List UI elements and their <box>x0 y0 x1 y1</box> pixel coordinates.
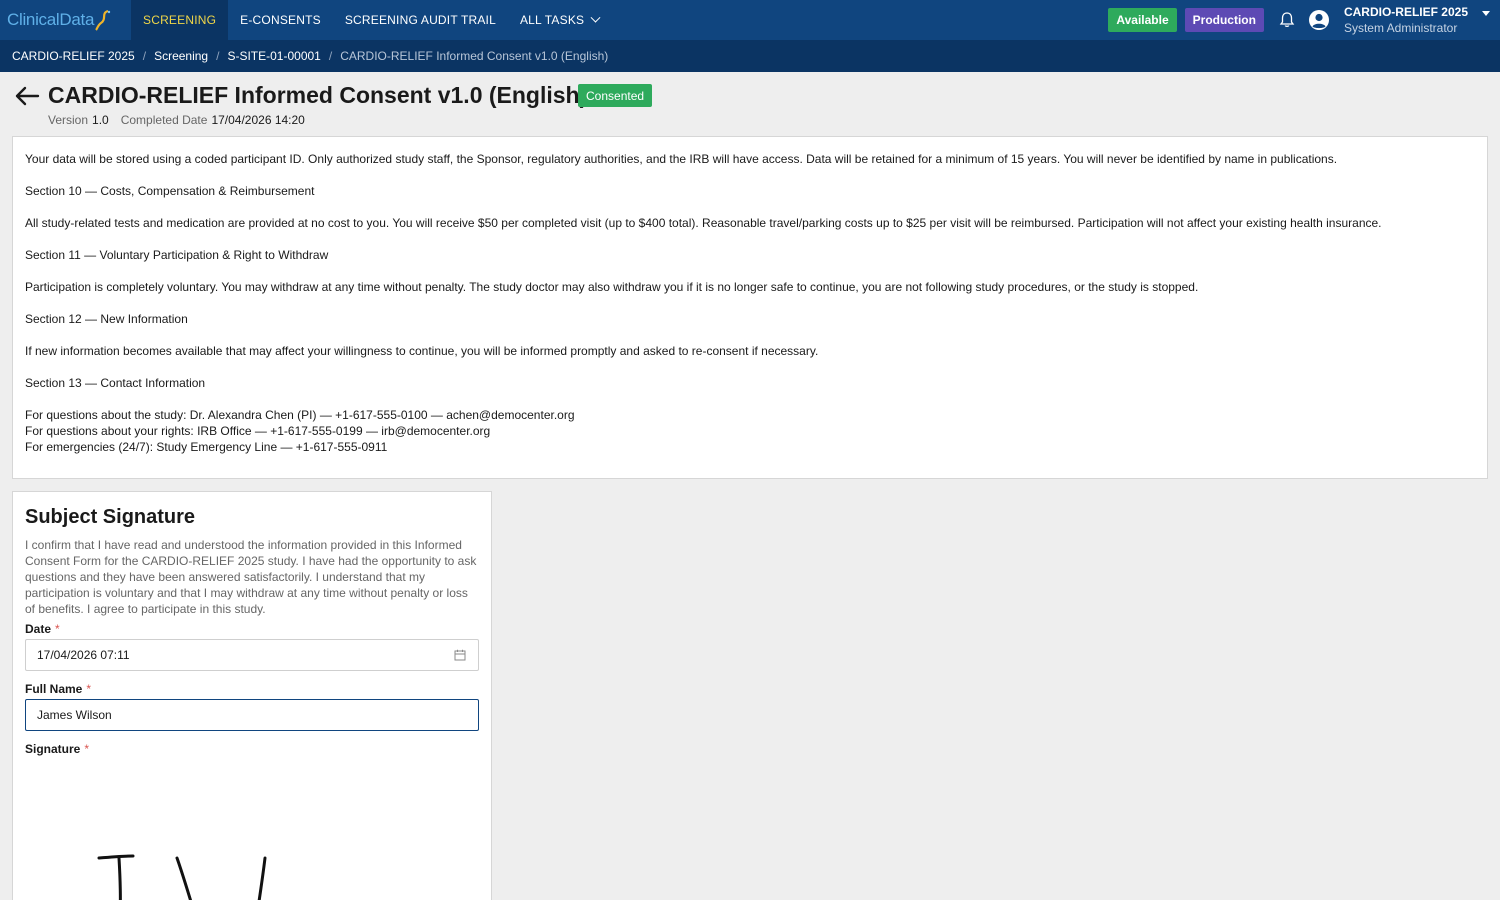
breadcrumb: CARDIO-RELIEF 2025 / Screening / S-SITE-… <box>0 40 1500 72</box>
bell-icon[interactable] <box>1278 11 1296 29</box>
contact-line: For questions about the study: Dr. Alexa… <box>25 408 575 422</box>
nav-e-consents-label: E-CONSENTS <box>240 13 321 27</box>
calendar-icon[interactable] <box>454 649 466 661</box>
production-badge: Production <box>1184 8 1264 32</box>
back-arrow-icon[interactable] <box>14 85 40 107</box>
nav-right: Available Production CARDIO-RELIEF 2025 … <box>1108 0 1500 40</box>
section-heading: Section 13 — Contact Information <box>25 376 206 390</box>
subject-signature-card: Subject Signature I confirm that I have … <box>12 491 492 900</box>
contact-line: For questions about your rights: IRB Off… <box>25 424 491 438</box>
nav-audit-trail-label: SCREENING AUDIT TRAIL <box>344 13 496 27</box>
user-study: CARDIO-RELIEF 2025 <box>1343 5 1468 19</box>
page-title: CARDIO-RELIEF Informed Consent v1.0 (Eng… <box>48 82 588 108</box>
date-label-text: Date <box>25 622 52 636</box>
full-name-label-text: Full Name <box>25 682 83 696</box>
nav-e-consents[interactable]: E-CONSENTS <box>228 0 333 40</box>
caret-down-icon[interactable] <box>1482 10 1490 16</box>
signature-label-text: Signature <box>25 742 81 756</box>
breadcrumb-separator: / <box>216 49 220 63</box>
consent-paragraph: If new information becomes available tha… <box>25 344 819 358</box>
consent-paragraph: All study-related tests and medication a… <box>25 216 1382 230</box>
nav-all-tasks-label: ALL TASKS <box>519 13 585 27</box>
signature-title: Subject Signature <box>25 506 196 528</box>
consent-paragraph: Participation is completely voluntary. Y… <box>25 280 1199 294</box>
breadcrumb-subject[interactable]: S-SITE-01-00001 <box>227 49 320 63</box>
breadcrumb-study[interactable]: CARDIO-RELIEF 2025 <box>12 49 135 63</box>
nav-all-tasks[interactable]: ALL TASKS <box>508 0 611 40</box>
completed-date-label: Completed Date <box>120 113 208 127</box>
chevron-down-icon <box>590 12 601 23</box>
user-role: System Administrator <box>1343 21 1458 35</box>
section-heading: Section 12 — New Information <box>25 312 188 326</box>
nav-screening-label: SCREENING <box>143 13 217 27</box>
nav-screening[interactable]: SCREENING <box>131 0 229 40</box>
section-heading: Section 10 — Costs, Compensation & Reimb… <box>25 184 315 198</box>
full-name-field[interactable] <box>25 699 479 731</box>
signature-description: I confirm that I have read and understoo… <box>25 538 477 616</box>
consent-paragraph: Your data will be stored using a coded p… <box>25 152 1338 166</box>
version-value: 1.0 <box>92 113 109 127</box>
required-mark: * <box>86 682 92 696</box>
user-avatar-icon[interactable] <box>1308 9 1330 31</box>
date-value: 17/04/2026 07:11 <box>37 648 130 662</box>
full-name-label: Full Name * <box>25 682 479 696</box>
nav-screening-audit-trail[interactable]: SCREENING AUDIT TRAIL <box>333 0 508 40</box>
signature-label: Signature * <box>25 742 479 756</box>
user-menu[interactable]: CARDIO-RELIEF 2025 System Administrator <box>1344 4 1468 36</box>
status-badge: Consented <box>578 84 653 107</box>
handwritten-signature <box>97 854 267 900</box>
consent-text-panel[interactable]: Your data will be stored using a coded p… <box>12 136 1488 479</box>
full-name-input[interactable] <box>37 708 467 722</box>
completed-date-value: 17/04/2026 14:20 <box>211 113 305 127</box>
top-nav: ClinicalData SCREENING E-CONSENTS SCREEN… <box>0 0 1500 40</box>
breadcrumb-screening[interactable]: Screening <box>154 49 208 63</box>
breadcrumb-separator: / <box>142 49 147 63</box>
section-heading: Section 11 — Voluntary Participation & R… <box>25 248 329 262</box>
logo[interactable]: ClinicalData <box>0 0 131 40</box>
required-mark: * <box>55 622 60 636</box>
available-badge: Available <box>1108 8 1177 32</box>
breadcrumb-separator: / <box>328 49 333 63</box>
logo-mark-icon <box>95 9 111 31</box>
signature-pad[interactable] <box>25 765 479 900</box>
date-label: Date * <box>25 622 479 636</box>
date-field[interactable]: 17/04/2026 07:11 <box>25 639 479 671</box>
contact-line: For emergencies (24/7): Study Emergency … <box>25 440 388 454</box>
version-label: Version <box>48 113 89 127</box>
document-meta: Version 1.0 Completed Date 17/04/2026 14… <box>48 113 313 127</box>
required-mark: * <box>84 742 90 756</box>
breadcrumb-current: CARDIO-RELIEF Informed Consent v1.0 (Eng… <box>340 49 609 63</box>
logo-text: ClinicalData <box>7 10 95 29</box>
